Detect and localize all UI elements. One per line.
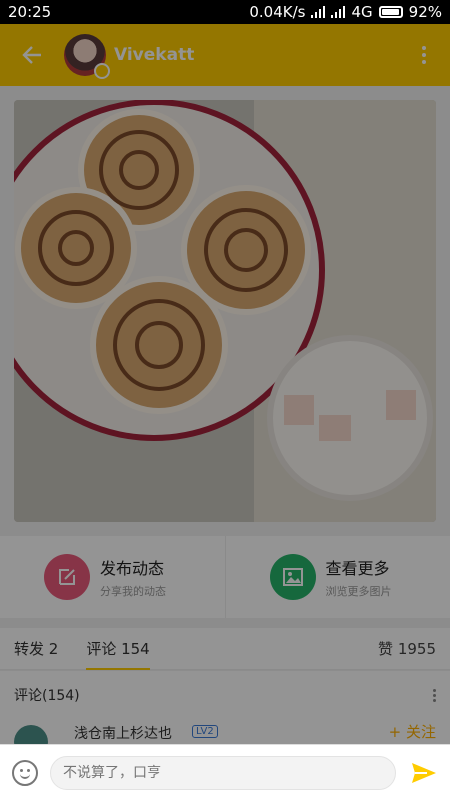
network-type: 4G (351, 3, 373, 21)
comment-input-bar (0, 744, 450, 800)
status-time: 20:25 (8, 3, 52, 21)
status-bar: 20:25 0.04K/s 4G 92% (0, 0, 450, 24)
signal-icon (311, 6, 326, 18)
comment-input[interactable] (50, 755, 396, 790)
emoji-icon[interactable] (12, 759, 38, 786)
dim-overlay[interactable] (0, 24, 450, 744)
battery-percent: 92% (408, 3, 442, 21)
network-speed: 0.04K/s (249, 3, 306, 21)
battery-icon (378, 6, 403, 18)
signal-icon-2 (331, 6, 346, 18)
send-icon[interactable] (410, 759, 438, 787)
